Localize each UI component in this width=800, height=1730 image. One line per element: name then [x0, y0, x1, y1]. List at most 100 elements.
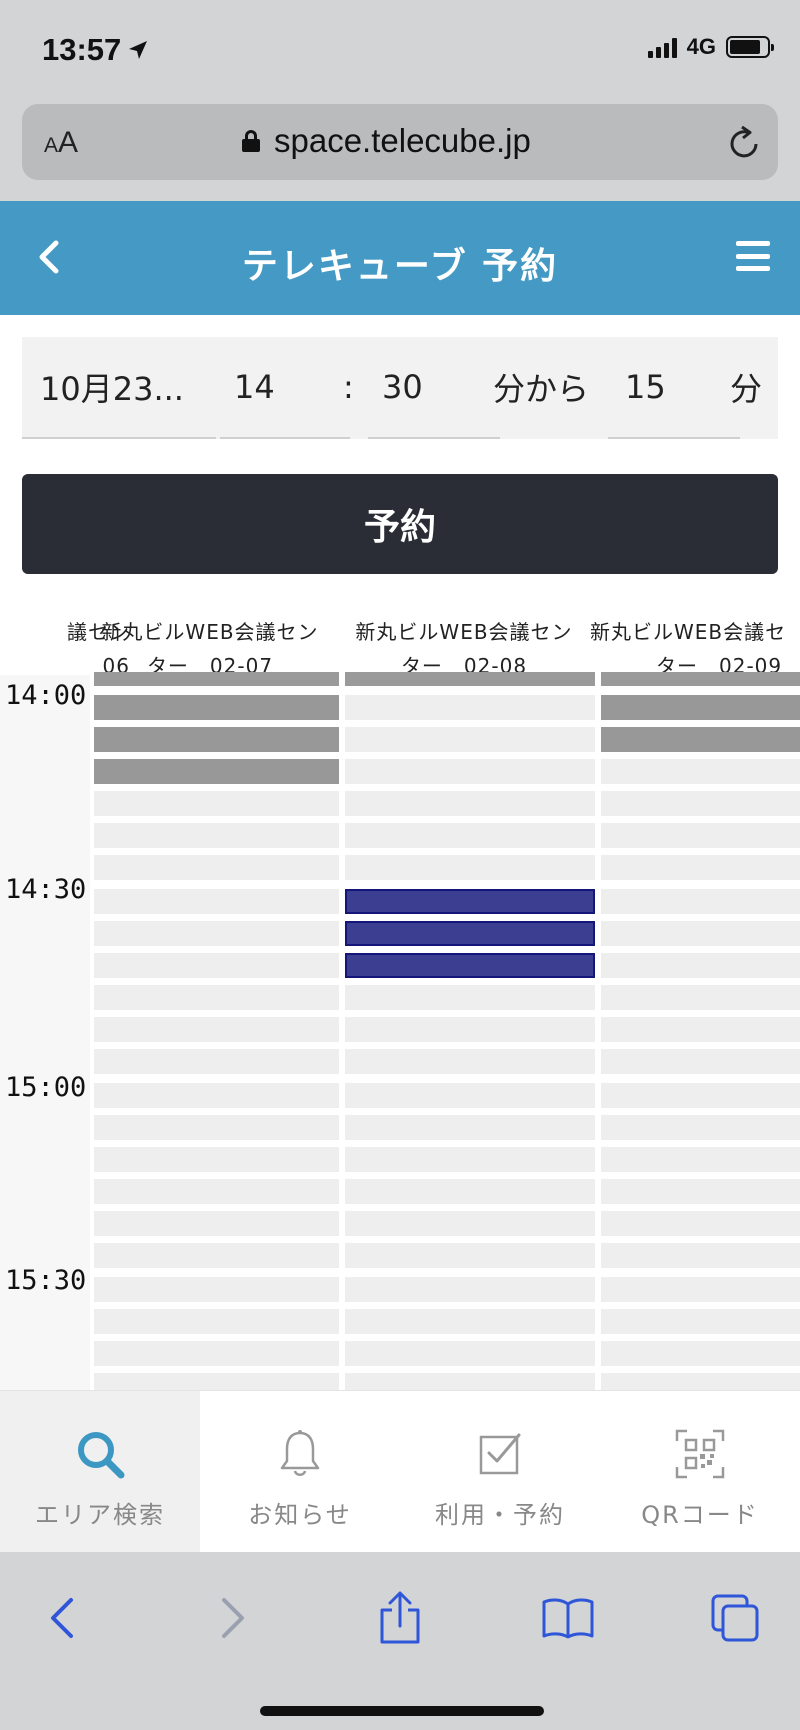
tabs-button[interactable]	[705, 1588, 765, 1648]
time-slot[interactable]	[601, 1049, 800, 1074]
time-slot-booked[interactable]	[94, 759, 339, 784]
address-bar[interactable]: AA space.telecube.jp	[22, 104, 778, 180]
time-slot[interactable]	[345, 695, 595, 720]
time-slot[interactable]	[345, 1243, 595, 1268]
time-slot[interactable]	[345, 1373, 595, 1390]
time-slot[interactable]	[94, 953, 339, 978]
bookmarks-button[interactable]	[538, 1588, 598, 1648]
text-size-small: A	[44, 134, 59, 157]
date-select[interactable]: 10月23...	[40, 337, 184, 437]
tab-usage-reservations[interactable]: 利用・予約	[400, 1391, 600, 1553]
time-slot[interactable]	[601, 1017, 800, 1042]
browser-toolbar	[0, 1552, 800, 1730]
duration-select[interactable]: 15	[625, 337, 666, 437]
time-slot[interactable]	[601, 985, 800, 1010]
time-slot[interactable]	[94, 921, 339, 946]
time-slot[interactable]	[601, 889, 800, 914]
time-slot[interactable]	[345, 855, 595, 880]
time-label: 15:00	[5, 1072, 87, 1103]
time-slot-selected[interactable]	[345, 921, 595, 946]
time-slot[interactable]	[345, 791, 595, 816]
time-slot[interactable]	[601, 759, 800, 784]
time-slot[interactable]	[601, 1277, 800, 1302]
time-slot[interactable]	[345, 1341, 595, 1366]
room-column	[94, 672, 339, 1390]
time-slot[interactable]	[601, 1243, 800, 1268]
tab-label: エリア検索	[35, 1501, 165, 1529]
browser-forward-button[interactable]	[203, 1588, 263, 1648]
hour-select[interactable]: 14	[234, 337, 275, 437]
time-slot[interactable]	[601, 921, 800, 946]
time-slot[interactable]	[345, 1115, 595, 1140]
qr-code-icon	[675, 1429, 725, 1479]
reload-icon[interactable]	[726, 124, 762, 162]
time-slot[interactable]	[345, 727, 595, 752]
status-time-text: 13:57	[42, 32, 122, 67]
time-slot[interactable]	[601, 953, 800, 978]
time-slot[interactable]	[345, 1211, 595, 1236]
time-slot[interactable]	[345, 1147, 595, 1172]
time-slot[interactable]	[345, 759, 595, 784]
status-bar: 13:57 4G	[0, 0, 800, 100]
time-slot-booked[interactable]	[94, 727, 339, 752]
time-slot[interactable]	[601, 855, 800, 880]
room-header-line1: 新丸ビルWEB会議セン	[355, 620, 573, 644]
hamburger-menu-icon[interactable]	[736, 241, 770, 271]
time-label: 15:30	[5, 1265, 87, 1296]
time-slot-booked[interactable]	[601, 727, 800, 752]
time-slot[interactable]	[601, 1211, 800, 1236]
time-slot[interactable]	[601, 1341, 800, 1366]
time-slot-selected[interactable]	[345, 953, 595, 978]
time-slot[interactable]	[94, 1017, 339, 1042]
time-slot[interactable]	[94, 1115, 339, 1140]
time-slot[interactable]	[345, 1017, 595, 1042]
time-slot[interactable]	[345, 1309, 595, 1334]
time-slot[interactable]	[601, 1147, 800, 1172]
share-button[interactable]	[370, 1588, 430, 1648]
time-label: 14:00	[5, 680, 87, 711]
time-slot[interactable]	[601, 1373, 800, 1390]
time-slot[interactable]	[601, 1083, 800, 1108]
time-slot[interactable]	[94, 791, 339, 816]
tab-qr-code[interactable]: QRコード	[600, 1391, 800, 1553]
time-slot[interactable]	[94, 985, 339, 1010]
minute-select[interactable]: 30	[382, 337, 423, 437]
time-slot[interactable]	[94, 1083, 339, 1108]
tab-label: QRコード	[641, 1501, 759, 1529]
text-size-button[interactable]: AA	[44, 126, 78, 160]
time-slot[interactable]	[94, 1211, 339, 1236]
time-slot[interactable]	[94, 855, 339, 880]
time-slot[interactable]	[345, 1277, 595, 1302]
time-slot-selected[interactable]	[345, 889, 595, 914]
time-slot[interactable]	[601, 1309, 800, 1334]
time-slot[interactable]	[601, 1115, 800, 1140]
time-slot[interactable]	[601, 1179, 800, 1204]
time-slot[interactable]	[601, 823, 800, 848]
time-slot[interactable]	[94, 889, 339, 914]
schedule-grid: 議セン 06 新丸ビルWEB会議セン ター 02-07 新丸ビルWEB会議セン …	[0, 605, 800, 1390]
time-slot[interactable]	[94, 1277, 339, 1302]
time-slot-booked[interactable]	[601, 695, 800, 720]
time-slot[interactable]	[94, 823, 339, 848]
time-slot[interactable]	[345, 985, 595, 1010]
time-slot[interactable]	[345, 1049, 595, 1074]
column-status-bar	[345, 672, 595, 686]
time-slot[interactable]	[94, 1147, 339, 1172]
time-slot[interactable]	[345, 1083, 595, 1108]
url-display[interactable]: space.telecube.jp	[242, 122, 531, 160]
time-slot[interactable]	[94, 1049, 339, 1074]
time-slot[interactable]	[94, 1179, 339, 1204]
reserve-button[interactable]: 予約	[22, 474, 778, 574]
time-slot[interactable]	[94, 1341, 339, 1366]
time-slot-booked[interactable]	[94, 695, 339, 720]
time-slot[interactable]	[94, 1373, 339, 1390]
status-time: 13:57	[42, 32, 149, 68]
time-slot[interactable]	[345, 1179, 595, 1204]
tab-notifications[interactable]: お知らせ	[200, 1391, 400, 1553]
tab-area-search[interactable]: エリア検索	[0, 1391, 200, 1553]
time-slot[interactable]	[345, 823, 595, 848]
browser-back-button[interactable]	[32, 1588, 92, 1648]
time-slot[interactable]	[94, 1309, 339, 1334]
time-slot[interactable]	[94, 1243, 339, 1268]
time-slot[interactable]	[601, 791, 800, 816]
